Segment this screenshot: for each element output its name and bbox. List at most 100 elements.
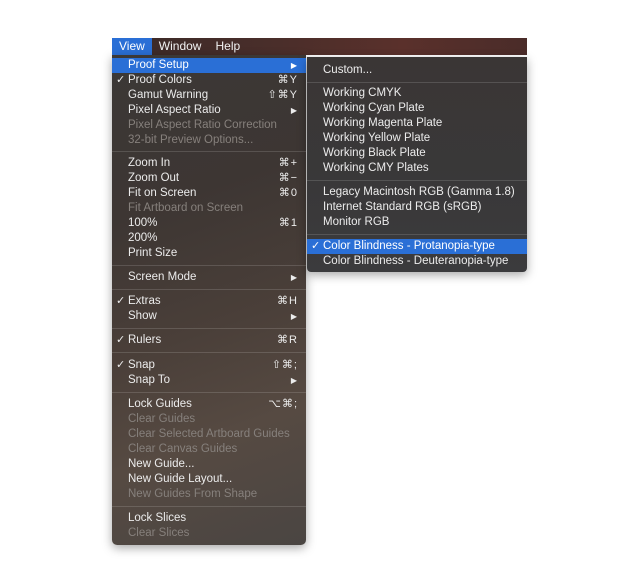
menu-item-label: Gamut Warning (128, 89, 209, 101)
checkmark-icon: ✓ (311, 240, 321, 252)
menu-item-label: Proof Colors (128, 74, 192, 86)
menu-item-label: Fit Artboard on Screen (128, 202, 244, 214)
menu-item-label: Screen Mode (128, 271, 197, 283)
menu-item-label: Custom... (323, 64, 373, 76)
menu-item-rulers[interactable]: ✓ Rulers ⌘R (112, 333, 306, 348)
menu-separator (112, 151, 306, 152)
menubar-window[interactable]: Window (152, 38, 209, 55)
checkmark-icon: ✓ (116, 295, 126, 307)
menu-item-fit-artboard-on-screen: Fit Artboard on Screen (112, 201, 306, 216)
menu-item-zoom-out[interactable]: Zoom Out ⌘− (112, 171, 306, 186)
menu-item-label: Pixel Aspect Ratio (128, 104, 221, 116)
submenu-item-custom[interactable]: Custom... (307, 63, 527, 78)
submenu-arrow-icon: ▶ (290, 273, 297, 282)
menu-item-new-guide-layout[interactable]: New Guide Layout... (112, 472, 306, 487)
menu-item-label: Show (128, 310, 157, 322)
submenu-item-working-black-plate[interactable]: Working Black Plate (307, 146, 527, 161)
menubar-view[interactable]: View (112, 38, 152, 55)
menubar-help[interactable]: Help (208, 38, 247, 55)
menu-separator (307, 82, 527, 83)
submenu-item-working-cmy-plates[interactable]: Working CMY Plates (307, 161, 527, 176)
submenu-item-working-cmyk[interactable]: Working CMYK (307, 86, 527, 101)
menu-item-label: Working Yellow Plate (323, 132, 431, 144)
menu-item-shortcut: ⌘− (278, 172, 298, 184)
menu-item-clear-guides: Clear Guides (112, 412, 306, 427)
menu-item-snap[interactable]: ✓ Snap ⇧⌘; (112, 358, 306, 373)
menu-item-label: Working Black Plate (323, 147, 426, 159)
menu-item-label: Snap (128, 359, 155, 371)
checkmark-icon: ✓ (116, 74, 126, 86)
submenu-arrow-icon: ▶ (290, 106, 297, 115)
menu-item-32bit-preview-options: 32-bit Preview Options... (112, 133, 306, 148)
menu-item-label: Lock Guides (128, 398, 192, 410)
menu-item-zoom-in[interactable]: Zoom In ⌘+ (112, 156, 306, 171)
menu-separator (112, 289, 306, 290)
proof-setup-submenu: Custom... Working CMYK Working Cyan Plat… (307, 57, 527, 272)
menu-separator (112, 265, 306, 266)
menu-item-label: Clear Canvas Guides (128, 443, 238, 455)
menu-item-label: Proof Setup (128, 59, 189, 71)
menu-item-screen-mode[interactable]: Screen Mode ▶ (112, 270, 306, 285)
menu-separator (307, 234, 527, 235)
checkmark-icon: ✓ (116, 334, 126, 346)
menu-item-label: Lock Slices (128, 512, 187, 524)
menu-item-200-percent[interactable]: 200% (112, 231, 306, 246)
menu-item-proof-setup[interactable]: Proof Setup ▶ (112, 58, 306, 73)
submenu-item-monitor-rgb[interactable]: Monitor RGB (307, 215, 527, 230)
menu-item-print-size[interactable]: Print Size (112, 246, 306, 261)
menu-item-fit-on-screen[interactable]: Fit on Screen ⌘0 (112, 186, 306, 201)
menu-item-label: New Guides From Shape (128, 488, 258, 500)
menu-item-shortcut: ⌘R (277, 334, 298, 346)
menu-item-label: New Guide... (128, 458, 195, 470)
menu-item-lock-guides[interactable]: Lock Guides ⌥⌘; (112, 397, 306, 412)
menu-item-label: Clear Slices (128, 527, 190, 539)
submenu-item-working-yellow-plate[interactable]: Working Yellow Plate (307, 131, 527, 146)
menu-item-show[interactable]: Show ▶ (112, 309, 306, 324)
menu-item-label: New Guide Layout... (128, 473, 233, 485)
menu-item-pixel-aspect-ratio[interactable]: Pixel Aspect Ratio ▶ (112, 103, 306, 118)
menu-item-label: Color Blindness - Deuteranopia-type (323, 255, 509, 267)
menu-bar: View Window Help (112, 38, 527, 55)
menu-separator (112, 352, 306, 353)
submenu-arrow-icon: ▶ (290, 61, 297, 70)
menu-item-new-guide[interactable]: New Guide... (112, 457, 306, 472)
submenu-item-working-cyan-plate[interactable]: Working Cyan Plate (307, 101, 527, 116)
menu-item-label: Extras (128, 295, 161, 307)
menu-separator (112, 392, 306, 393)
submenu-item-color-blindness-protanopia[interactable]: ✓ Color Blindness - Protanopia-type (307, 239, 527, 254)
submenu-item-legacy-macintosh-rgb[interactable]: Legacy Macintosh RGB (Gamma 1.8) (307, 185, 527, 200)
menu-item-snap-to[interactable]: Snap To ▶ (112, 373, 306, 388)
menu-item-gamut-warning[interactable]: Gamut Warning ⇧⌘Y (112, 88, 306, 103)
menu-item-100-percent[interactable]: 100% ⌘1 (112, 216, 306, 231)
submenu-item-internet-standard-rgb[interactable]: Internet Standard RGB (sRGB) (307, 200, 527, 215)
menu-item-label: Working CMY Plates (323, 162, 429, 174)
checkmark-icon: ✓ (116, 359, 126, 371)
menu-item-label: 100% (128, 217, 158, 229)
submenu-arrow-icon: ▶ (290, 376, 297, 385)
submenu-arrow-icon: ▶ (290, 312, 297, 321)
menu-item-label: Rulers (128, 334, 162, 346)
submenu-item-color-blindness-deuteranopia[interactable]: Color Blindness - Deuteranopia-type (307, 254, 527, 269)
menu-item-label: Zoom In (128, 157, 171, 169)
menu-item-label: Snap To (128, 374, 170, 386)
menu-item-proof-colors[interactable]: ✓ Proof Colors ⌘Y (112, 73, 306, 88)
menu-item-extras[interactable]: ✓ Extras ⌘H (112, 294, 306, 309)
menu-item-label: Clear Guides (128, 413, 196, 425)
menu-item-shortcut: ⌥⌘; (268, 398, 298, 410)
menu-item-shortcut: ⌘Y (277, 74, 298, 86)
submenu-item-working-magenta-plate[interactable]: Working Magenta Plate (307, 116, 527, 131)
menu-item-lock-slices[interactable]: Lock Slices (112, 511, 306, 526)
menu-item-label: Fit on Screen (128, 187, 197, 199)
menu-item-new-guides-from-shape: New Guides From Shape (112, 487, 306, 502)
menu-item-label: Zoom Out (128, 172, 180, 184)
menu-separator (307, 180, 527, 181)
menu-item-label: Monitor RGB (323, 216, 390, 228)
menu-item-label: Legacy Macintosh RGB (Gamma 1.8) (323, 186, 515, 198)
menu-item-label: 200% (128, 232, 158, 244)
menu-item-label: Pixel Aspect Ratio Correction (128, 119, 277, 131)
menu-item-label: Working CMYK (323, 87, 402, 99)
menu-separator (112, 506, 306, 507)
menu-item-clear-selected-artboard-guides: Clear Selected Artboard Guides (112, 427, 306, 442)
menu-item-shortcut: ⇧⌘Y (267, 89, 298, 101)
menu-item-pixel-aspect-ratio-correction: Pixel Aspect Ratio Correction (112, 118, 306, 133)
